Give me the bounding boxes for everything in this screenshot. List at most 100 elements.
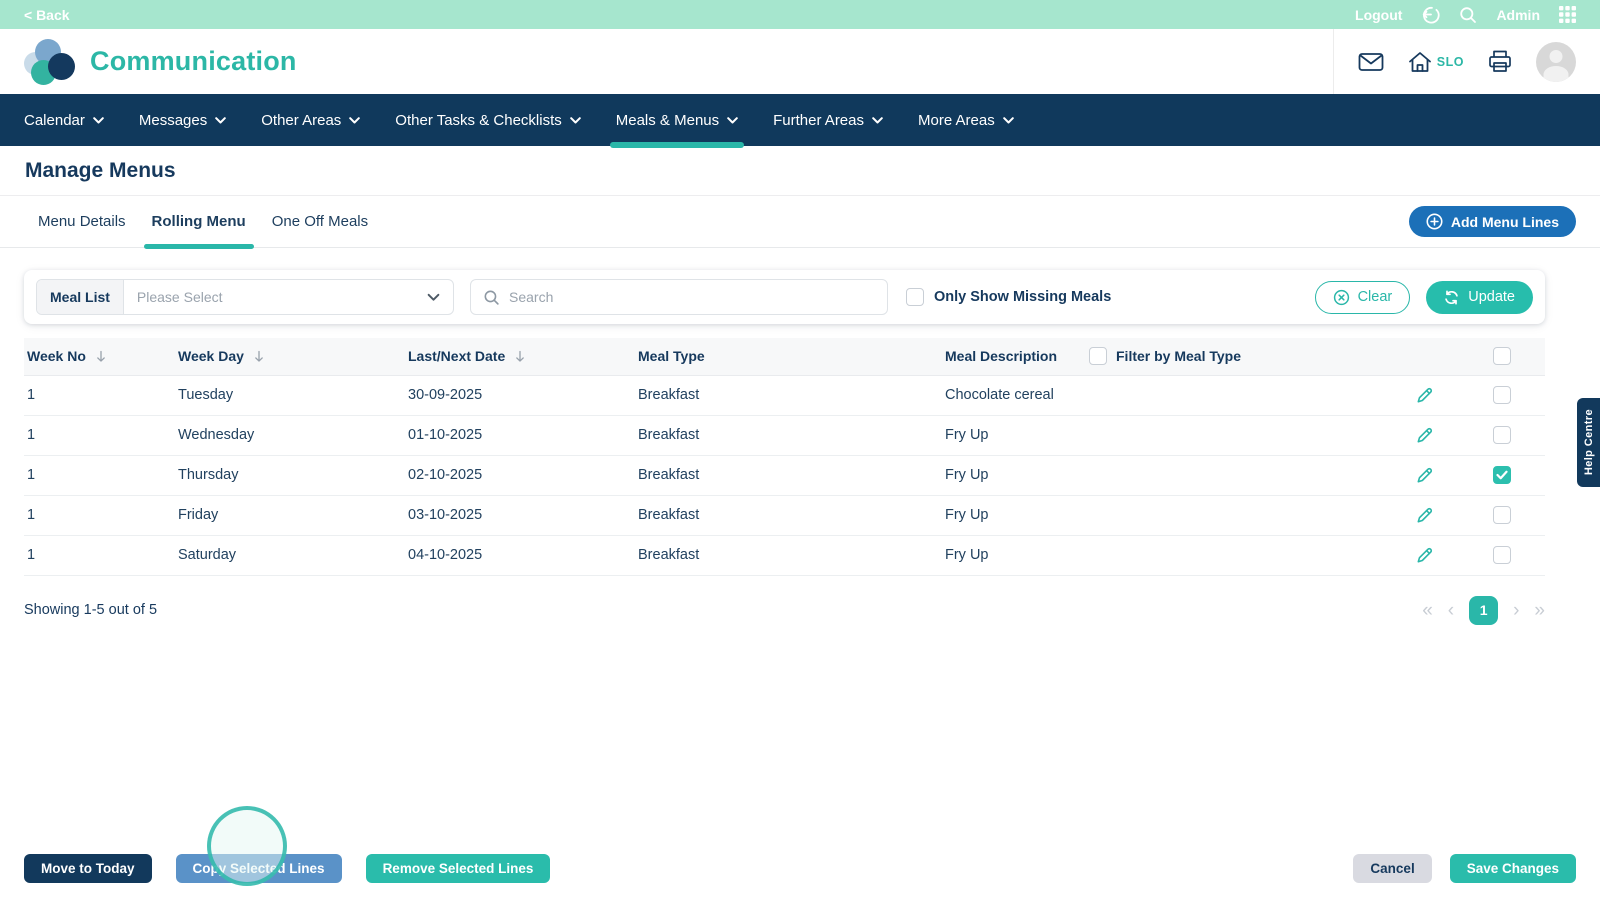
cell-last-next-date: 04-10-2025: [408, 535, 638, 576]
current-page-button[interactable]: 1: [1469, 595, 1499, 625]
clear-button[interactable]: Clear: [1314, 280, 1411, 314]
last-page-button[interactable]: »: [1534, 601, 1545, 620]
nav-item-other-tasks-checklists[interactable]: Other Tasks & Checklists: [395, 94, 581, 146]
update-button[interactable]: Update: [1426, 280, 1533, 314]
copy-selected-lines-button[interactable]: Copy Selected Lines: [175, 854, 342, 883]
search-icon[interactable]: [1459, 6, 1477, 24]
edit-row-button[interactable]: [1414, 465, 1435, 486]
cell-meal-description: Fry Up: [945, 415, 1089, 456]
nav-item-label: Other Areas: [261, 111, 342, 129]
cell-meal-description: Chocolate cereal: [945, 375, 1089, 416]
nav-item-further-areas[interactable]: Further Areas: [773, 94, 883, 146]
remove-selected-lines-button[interactable]: Remove Selected Lines: [365, 854, 551, 883]
logout-link[interactable]: Logout: [1355, 7, 1402, 23]
only-show-missing-meals-toggle[interactable]: Only Show Missing Meals: [906, 288, 1111, 306]
nav-item-other-areas[interactable]: Other Areas: [261, 94, 361, 146]
edit-row-button[interactable]: [1414, 545, 1435, 566]
print-icon[interactable]: [1488, 50, 1512, 73]
cell-week-day: Wednesday: [178, 415, 408, 456]
prev-page-button[interactable]: ‹: [1448, 601, 1454, 620]
chevron-down-icon: [215, 116, 227, 123]
apps-grid-icon[interactable]: [1559, 6, 1576, 23]
cancel-button[interactable]: Cancel: [1353, 854, 1432, 883]
row-select-checkbox[interactable]: [1493, 386, 1511, 404]
cell-week-no: 1: [24, 375, 178, 416]
help-centre-tab[interactable]: Help Centre: [1577, 398, 1600, 487]
nav-item-messages[interactable]: Messages: [139, 94, 227, 146]
menu-row: 1 Wednesday 01-10-2025 Breakfast Fry Up: [24, 415, 1545, 456]
row-select-checkbox[interactable]: [1493, 426, 1511, 444]
search-input[interactable]: [509, 289, 875, 305]
cell-meal-description: Fry Up: [945, 535, 1089, 576]
title-bar: Manage Menus: [0, 146, 1600, 196]
row-select-checkbox[interactable]: [1493, 506, 1511, 524]
sort-desc-icon[interactable]: [253, 350, 265, 363]
pencil-icon: [1417, 507, 1432, 522]
move-to-today-button[interactable]: Move to Today: [24, 854, 152, 883]
menu-row: 1 Thursday 02-10-2025 Breakfast Fry Up: [24, 455, 1545, 496]
nav-item-meals-menus[interactable]: Meals & Menus: [609, 94, 745, 148]
select-all-checkbox[interactable]: [1493, 347, 1511, 366]
add-menu-lines-button[interactable]: Add Menu Lines: [1408, 206, 1576, 237]
back-link[interactable]: < Back: [24, 7, 70, 23]
column-header-meal-description: Meal Description: [945, 338, 1089, 376]
meal-list-select[interactable]: Meal List Please Select: [36, 279, 454, 315]
search-box: [470, 279, 888, 315]
chevron-down-icon: [727, 116, 738, 123]
cell-week-no: 1: [24, 415, 178, 456]
edit-row-button[interactable]: [1414, 425, 1435, 446]
cell-meal-type: Breakfast: [638, 535, 945, 576]
column-header-week-no[interactable]: Week No: [24, 338, 178, 376]
edit-row-button[interactable]: [1414, 385, 1435, 406]
filter-by-meal-type-checkbox[interactable]: [1089, 347, 1107, 366]
cell-week-no: 1: [24, 535, 178, 576]
tabs-row: Menu Details Rolling Menu One Off Meals Ad…: [0, 196, 1600, 249]
tab-menu-details[interactable]: Menu Details: [38, 196, 126, 247]
nav-item-more-areas[interactable]: More Areas: [918, 94, 1014, 146]
circle-x-icon: [1333, 289, 1349, 305]
home-badge: SLO: [1436, 54, 1464, 69]
results-summary: Showing 1-5 out of 5: [24, 602, 158, 618]
sort-desc-icon[interactable]: [514, 350, 526, 363]
cell-week-day: Friday: [178, 495, 408, 536]
row-select-checkbox[interactable]: [1493, 466, 1511, 484]
menu-row: 1 Tuesday 30-09-2025 Breakfast Chocolate cer…: [24, 375, 1545, 416]
save-changes-button[interactable]: Save Changes: [1449, 854, 1576, 883]
avatar[interactable]: [1536, 41, 1576, 82]
row-select-checkbox[interactable]: [1493, 546, 1511, 564]
menu-row: 1 Friday 03-10-2025 Breakfast Fry Up: [24, 495, 1545, 536]
cell-last-next-date: 30-09-2025: [408, 375, 638, 416]
column-header-last-next-date[interactable]: Last/Next Date: [408, 338, 638, 376]
nav-item-calendar[interactable]: Calendar: [24, 94, 104, 146]
pencil-icon: [1417, 427, 1432, 442]
check-icon: [1496, 470, 1508, 480]
admin-link[interactable]: Admin: [1496, 7, 1540, 23]
column-header-meal-type: Meal Type: [638, 338, 945, 376]
table-header: Week No Week Day Last/Next Date Meal Type Me…: [24, 338, 1545, 376]
next-page-button[interactable]: ›: [1513, 601, 1519, 620]
chevron-down-icon: [1002, 116, 1014, 123]
chevron-down-icon: [569, 116, 581, 123]
messages-envelope-icon[interactable]: [1358, 51, 1384, 73]
cell-meal-type: Breakfast: [638, 415, 945, 456]
chevron-down-icon: [427, 293, 440, 302]
column-header-filter-by-meal-type: Filter by Meal Type: [1089, 338, 1389, 376]
cell-week-day: Tuesday: [178, 375, 408, 416]
home-link[interactable]: SLO: [1408, 51, 1464, 73]
app-title: Communication: [90, 46, 297, 76]
logout-icon[interactable]: [1421, 5, 1441, 24]
tab-rolling-menu[interactable]: Rolling Menu: [143, 196, 254, 249]
edit-row-button[interactable]: [1414, 505, 1435, 526]
tab-one-off-meals[interactable]: One Off Meals: [272, 196, 368, 247]
refresh-icon: [1445, 289, 1459, 305]
main-nav: Calendar Messages Other Areas Other Tasks &…: [0, 94, 1600, 148]
first-page-button[interactable]: «: [1422, 601, 1433, 620]
missing-meals-checkbox[interactable]: [906, 288, 924, 306]
cell-last-next-date: 03-10-2025: [408, 495, 638, 536]
top-utility-bar: < Back Logout Admin: [0, 0, 1600, 29]
column-header-week-day[interactable]: Week Day: [178, 338, 408, 376]
sort-desc-icon[interactable]: [95, 350, 107, 363]
meal-list-label: Meal List: [37, 280, 124, 314]
pagination: « ‹ 1 › »: [1422, 595, 1545, 625]
filter-bar: Meal List Please Select Only Show Missin…: [24, 270, 1545, 324]
